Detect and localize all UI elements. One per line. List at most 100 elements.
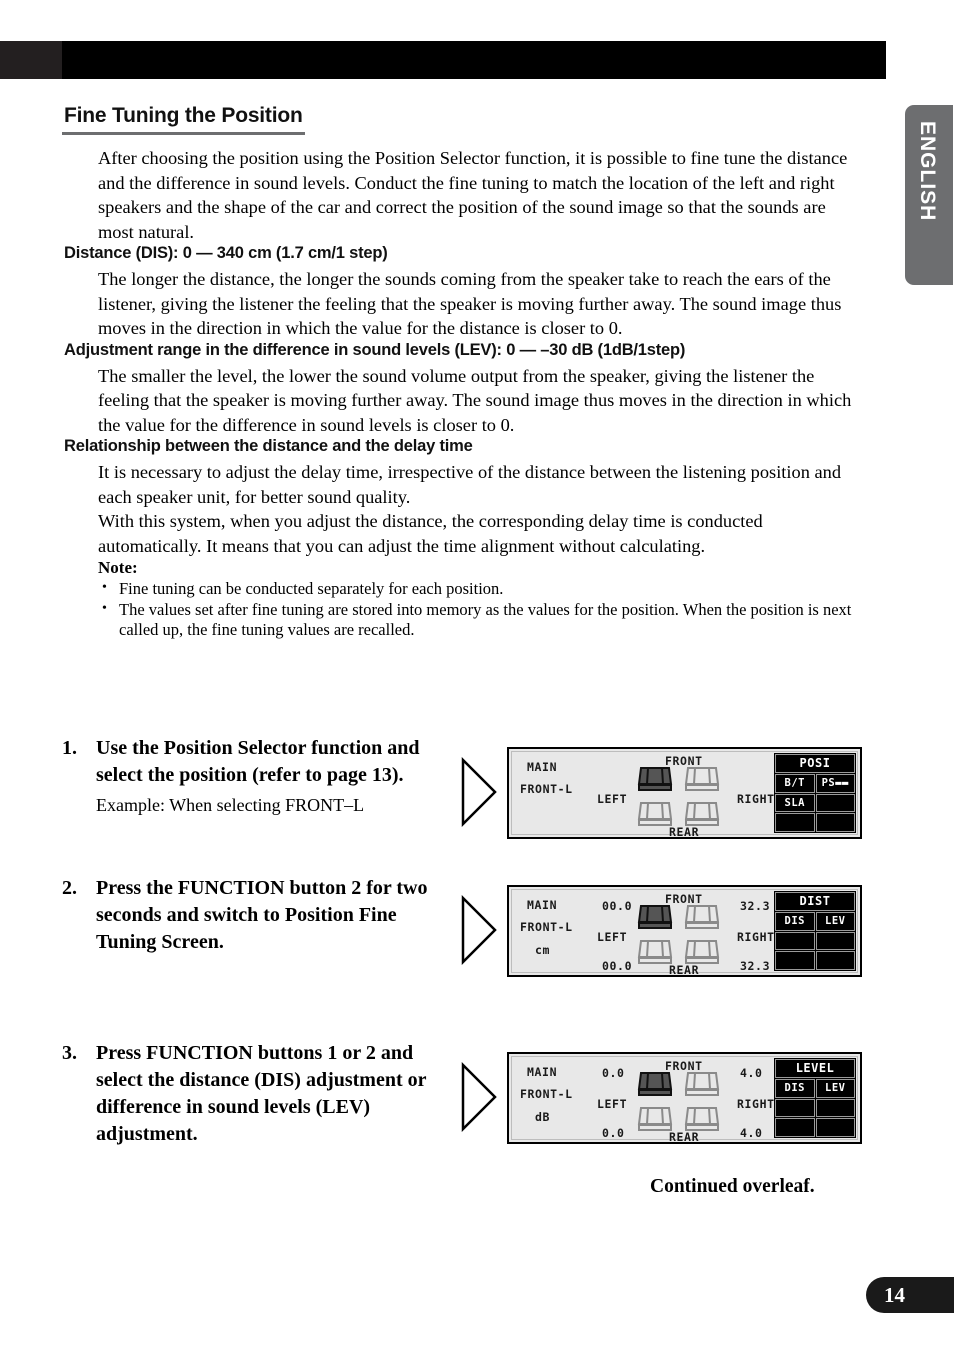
note-block: Note: • Fine tuning can be conducted sepa…: [98, 558, 862, 641]
lcd-button-4[interactable]: [815, 931, 855, 951]
lcd-mode-header: LEVEL: [775, 1059, 855, 1078]
lcd-value-rear-left: 0.0: [602, 1126, 625, 1140]
arrow-icon-step-3: [461, 1062, 497, 1132]
lcd-rear-label: REAR: [669, 1130, 700, 1144]
lcd-button-lev[interactable]: LEV: [815, 1078, 855, 1098]
lcd-unit-label: cm: [535, 943, 551, 957]
lcd-value-front-left: 0.0: [602, 1066, 625, 1080]
step-1-text: Use the Position Selector function and s…: [96, 737, 420, 786]
lcd-button-grid: POSI B/T PS▬▬ SLA: [774, 753, 856, 833]
seat-icon-front-left-selected: [637, 905, 673, 929]
seat-icon-rear-left: [637, 940, 673, 964]
main-content: Fine Tuning the Position After choosing …: [62, 104, 862, 641]
step-2-text: Press the FUNCTION button 2 for two seco…: [96, 877, 428, 953]
subsection-heading-delay: Relationship between the distance and th…: [64, 437, 473, 455]
lcd-right-label: RIGHT: [737, 792, 775, 806]
lcd-position-label: FRONT-L: [520, 1087, 573, 1101]
lcd-button-dis[interactable]: DIS: [775, 1078, 815, 1098]
lcd-button-5[interactable]: [775, 1118, 815, 1137]
lcd-button-lev[interactable]: LEV: [815, 911, 855, 931]
lcd-mode-header: DIST: [775, 892, 855, 911]
step-1-subtext: Example: When selecting FRONT–L: [96, 795, 365, 815]
lcd-source-label: MAIN: [527, 898, 558, 912]
lcd-button-5[interactable]: [775, 813, 815, 832]
seat-icon-rear-right: [684, 1107, 720, 1131]
lcd-button-1[interactable]: B/T: [775, 773, 815, 793]
lcd-value-rear-right: 4.0: [740, 1126, 763, 1140]
lcd-button-4[interactable]: [815, 1098, 855, 1118]
lcd-button-5[interactable]: [775, 951, 815, 970]
lcd-position-label: FRONT-L: [520, 782, 573, 796]
step-2: 2. Press the FUNCTION button 2 for two s…: [62, 875, 456, 956]
lcd-panel-distance: MAIN FRONT-L cm LEFT RIGHT FRONT REAR 00…: [507, 885, 862, 977]
lcd-right-label: RIGHT: [737, 930, 775, 944]
subsection-heading-distance: Distance (DIS): 0 — 340 cm (1.7 cm/1 ste…: [64, 244, 388, 262]
note-heading: Note:: [98, 558, 138, 577]
header-bar: [62, 41, 886, 79]
note-item-text: Fine tuning can be conducted separately …: [119, 579, 504, 598]
seat-icon-front-right: [684, 767, 720, 791]
seat-icon-rear-left: [637, 1107, 673, 1131]
arrow-icon-step-2: [461, 895, 497, 965]
lcd-button-6[interactable]: [815, 1118, 855, 1137]
lcd-panel-position-selector: MAIN FRONT-L LEFT RIGHT FRONT REAR POSI …: [507, 747, 862, 839]
lcd-button-3[interactable]: [775, 1098, 815, 1118]
seat-icon-front-left-selected: [637, 767, 673, 791]
lcd-source-label: MAIN: [527, 760, 558, 774]
subsection-body-level: The smaller the level, the lower the sou…: [98, 365, 852, 435]
lcd-button-4[interactable]: [815, 793, 855, 813]
seat-icon-rear-right: [684, 802, 720, 826]
lcd-button-dis[interactable]: DIS: [775, 911, 815, 931]
lcd-value-front-right: 4.0: [740, 1066, 763, 1080]
continued-overleaf-note: Continued overleaf.: [650, 1176, 815, 1197]
subsection-body-distance: The longer the distance, the longer the …: [98, 269, 842, 338]
section-intro-text: After choosing the position using the Po…: [98, 148, 848, 242]
title-underline: [62, 132, 305, 135]
lcd-button-3[interactable]: [775, 931, 815, 951]
lcd-unit-label: dB: [535, 1110, 551, 1124]
lcd-panel-level: MAIN FRONT-L dB LEFT RIGHT FRONT REAR 0.…: [507, 1052, 862, 1144]
arrow-icon-step-1: [461, 757, 497, 827]
lcd-value-front-right: 32.3: [740, 899, 771, 913]
seat-icon-front-right: [684, 905, 720, 929]
step-3-number: 3.: [62, 1042, 77, 1064]
note-item-text: The values set after fine tuning are sto…: [119, 599, 852, 640]
lcd-button-grid: DIST DIS LEV: [774, 891, 856, 971]
lcd-button-3[interactable]: SLA: [775, 793, 815, 813]
step-3-text: Press FUNCTION buttons 1 or 2 and select…: [96, 1042, 427, 1145]
bullet-icon: •: [102, 580, 107, 595]
subsection-heading-level: Adjustment range in the difference in so…: [64, 340, 686, 359]
seat-icon-front-right: [684, 1072, 720, 1096]
note-item: • The values set after fine tuning are st…: [98, 600, 862, 641]
lcd-right-label: RIGHT: [737, 1097, 775, 1111]
lcd-button-6[interactable]: [815, 951, 855, 970]
page-number-label: 14: [884, 1282, 905, 1307]
seat-icon-rear-right: [684, 940, 720, 964]
lcd-mode-header: POSI: [775, 754, 855, 773]
language-tab: ENGLISH: [905, 105, 953, 285]
lcd-button-6[interactable]: [815, 813, 855, 832]
seat-icon-front-left-selected: [637, 1072, 673, 1096]
bullet-icon: •: [102, 600, 107, 616]
lcd-value-front-left: 00.0: [602, 899, 633, 913]
lcd-source-label: MAIN: [527, 1065, 558, 1079]
lcd-left-label: LEFT: [597, 792, 628, 806]
step-2-number: 2.: [62, 877, 77, 899]
lcd-rear-label: REAR: [669, 825, 700, 839]
page-title: Fine Tuning the Position: [64, 104, 303, 127]
header-bar-left-block: [0, 41, 62, 79]
lcd-left-label: LEFT: [597, 1097, 628, 1111]
lcd-left-label: LEFT: [597, 930, 628, 944]
lcd-button-2[interactable]: PS▬▬: [815, 773, 855, 793]
subsection-body-delay: It is necessary to adjust the delay time…: [98, 462, 842, 556]
note-list: • Fine tuning can be conducted separately…: [98, 579, 862, 641]
language-tab-label: ENGLISH: [916, 121, 939, 222]
seat-icon-rear-left: [637, 802, 673, 826]
step-3: 3. Press FUNCTION buttons 1 or 2 and sel…: [62, 1040, 456, 1148]
lcd-value-rear-right: 32.3: [740, 959, 771, 973]
page-number: 14: [866, 1277, 954, 1313]
lcd-position-label: FRONT-L: [520, 920, 573, 934]
lcd-rear-label: REAR: [669, 963, 700, 977]
note-item: • Fine tuning can be conducted separately…: [98, 579, 862, 600]
lcd-value-rear-left: 00.0: [602, 959, 633, 973]
